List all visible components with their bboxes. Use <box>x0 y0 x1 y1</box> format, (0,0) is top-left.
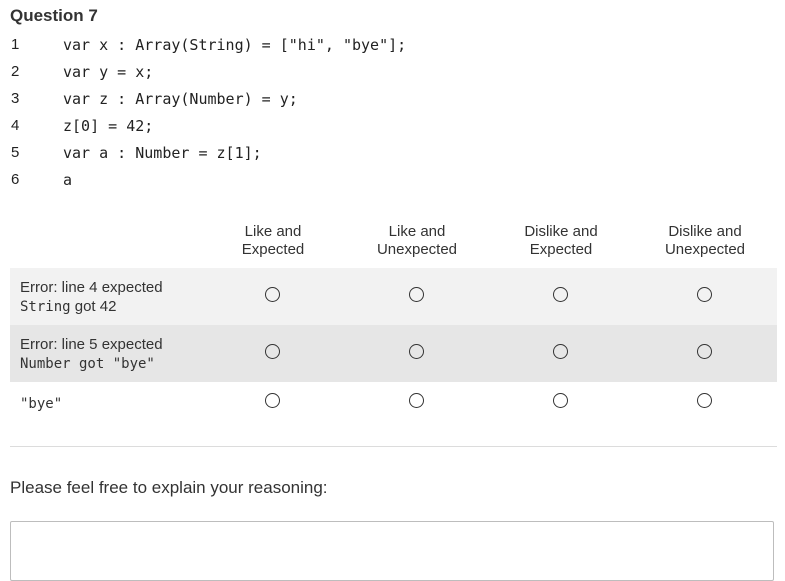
question-title: Question 7 <box>10 6 98 25</box>
line-number: 1 <box>11 36 20 53</box>
matrix-row-3: "bye" <box>10 382 777 422</box>
row-label-text: Error: line 4 expected <box>20 279 163 296</box>
radio-like-expected[interactable] <box>265 287 280 302</box>
line-number: 6 <box>11 171 20 188</box>
column-header-dislike-unexpected: Dislike and Unexpected <box>635 223 775 259</box>
radio-dislike-unexpected[interactable] <box>697 393 712 408</box>
column-header-line: Expected <box>241 241 305 258</box>
column-header-line: Expected <box>529 241 593 258</box>
code-text: a <box>63 171 73 189</box>
column-header-line: Like and <box>244 223 302 240</box>
matrix-row-1: Error: line 4 expected String got 42 <box>10 268 777 325</box>
likert-matrix: Like and Expected Like and Unexpected Di… <box>10 221 777 422</box>
matrix-header: Like and Expected Like and Unexpected Di… <box>10 221 777 268</box>
radio-dislike-expected[interactable] <box>553 344 568 359</box>
row-label-tail: got "bye" <box>70 356 155 372</box>
code-line-3: 3 var z : Array(Number) = y; <box>0 87 785 114</box>
row-label-code: Number <box>20 356 71 372</box>
line-number: 5 <box>11 144 20 161</box>
row-label-code: "bye" <box>20 396 63 412</box>
column-header-line: Unexpected <box>376 241 458 258</box>
radio-like-unexpected[interactable] <box>409 393 424 408</box>
row-label: Error: line 4 expected String got 42 <box>20 278 220 317</box>
column-header-like-expected: Like and Expected <box>203 223 343 259</box>
code-line-5: 5 var a : Number = z[1]; <box>0 141 785 168</box>
row-label: "bye" <box>20 394 220 414</box>
code-line-2: 2 var y = x; <box>0 60 785 87</box>
code-text: var z : Array(Number) = y; <box>63 90 298 108</box>
line-number: 4 <box>11 117 20 134</box>
code-text: var x : Array(String) = ["hi", "bye"]; <box>63 36 407 54</box>
column-header-like-unexpected: Like and Unexpected <box>347 223 487 259</box>
code-line-1: 1 var x : Array(String) = ["hi", "bye"]; <box>0 33 785 60</box>
radio-like-expected[interactable] <box>265 344 280 359</box>
radio-dislike-unexpected[interactable] <box>697 287 712 302</box>
radio-dislike-expected[interactable] <box>553 393 568 408</box>
row-label-tail: got 42 <box>70 298 117 315</box>
reasoning-textarea[interactable] <box>10 521 774 581</box>
radio-dislike-unexpected[interactable] <box>697 344 712 359</box>
column-header-line: Dislike and <box>668 223 742 240</box>
row-label-detail: Number got "bye" <box>20 354 220 374</box>
line-number: 3 <box>11 90 20 107</box>
column-header-line: Like and <box>388 223 446 240</box>
code-text: var y = x; <box>63 63 154 81</box>
row-label-code: String <box>20 299 71 315</box>
radio-dislike-expected[interactable] <box>553 287 568 302</box>
column-header-line: Dislike and <box>524 223 598 240</box>
column-header-dislike-expected: Dislike and Expected <box>491 223 631 259</box>
code-block: 1 var x : Array(String) = ["hi", "bye"];… <box>0 33 785 195</box>
column-header-line: Unexpected <box>664 241 746 258</box>
section-divider <box>10 446 777 447</box>
code-text: var a : Number = z[1]; <box>63 144 262 162</box>
reasoning-prompt: Please feel free to explain your reasoni… <box>10 478 328 497</box>
code-line-4: 4 z[0] = 42; <box>0 114 785 141</box>
row-label-detail: String got 42 <box>20 297 220 317</box>
row-label: Error: line 5 expected Number got "bye" <box>20 335 220 374</box>
radio-like-unexpected[interactable] <box>409 287 424 302</box>
code-text: z[0] = 42; <box>63 117 154 135</box>
radio-like-expected[interactable] <box>265 393 280 408</box>
radio-like-unexpected[interactable] <box>409 344 424 359</box>
matrix-row-2: Error: line 5 expected Number got "bye" <box>10 325 777 382</box>
line-number: 2 <box>11 63 20 80</box>
row-label-text: Error: line 5 expected <box>20 336 163 353</box>
code-line-6: 6 a <box>0 168 785 195</box>
